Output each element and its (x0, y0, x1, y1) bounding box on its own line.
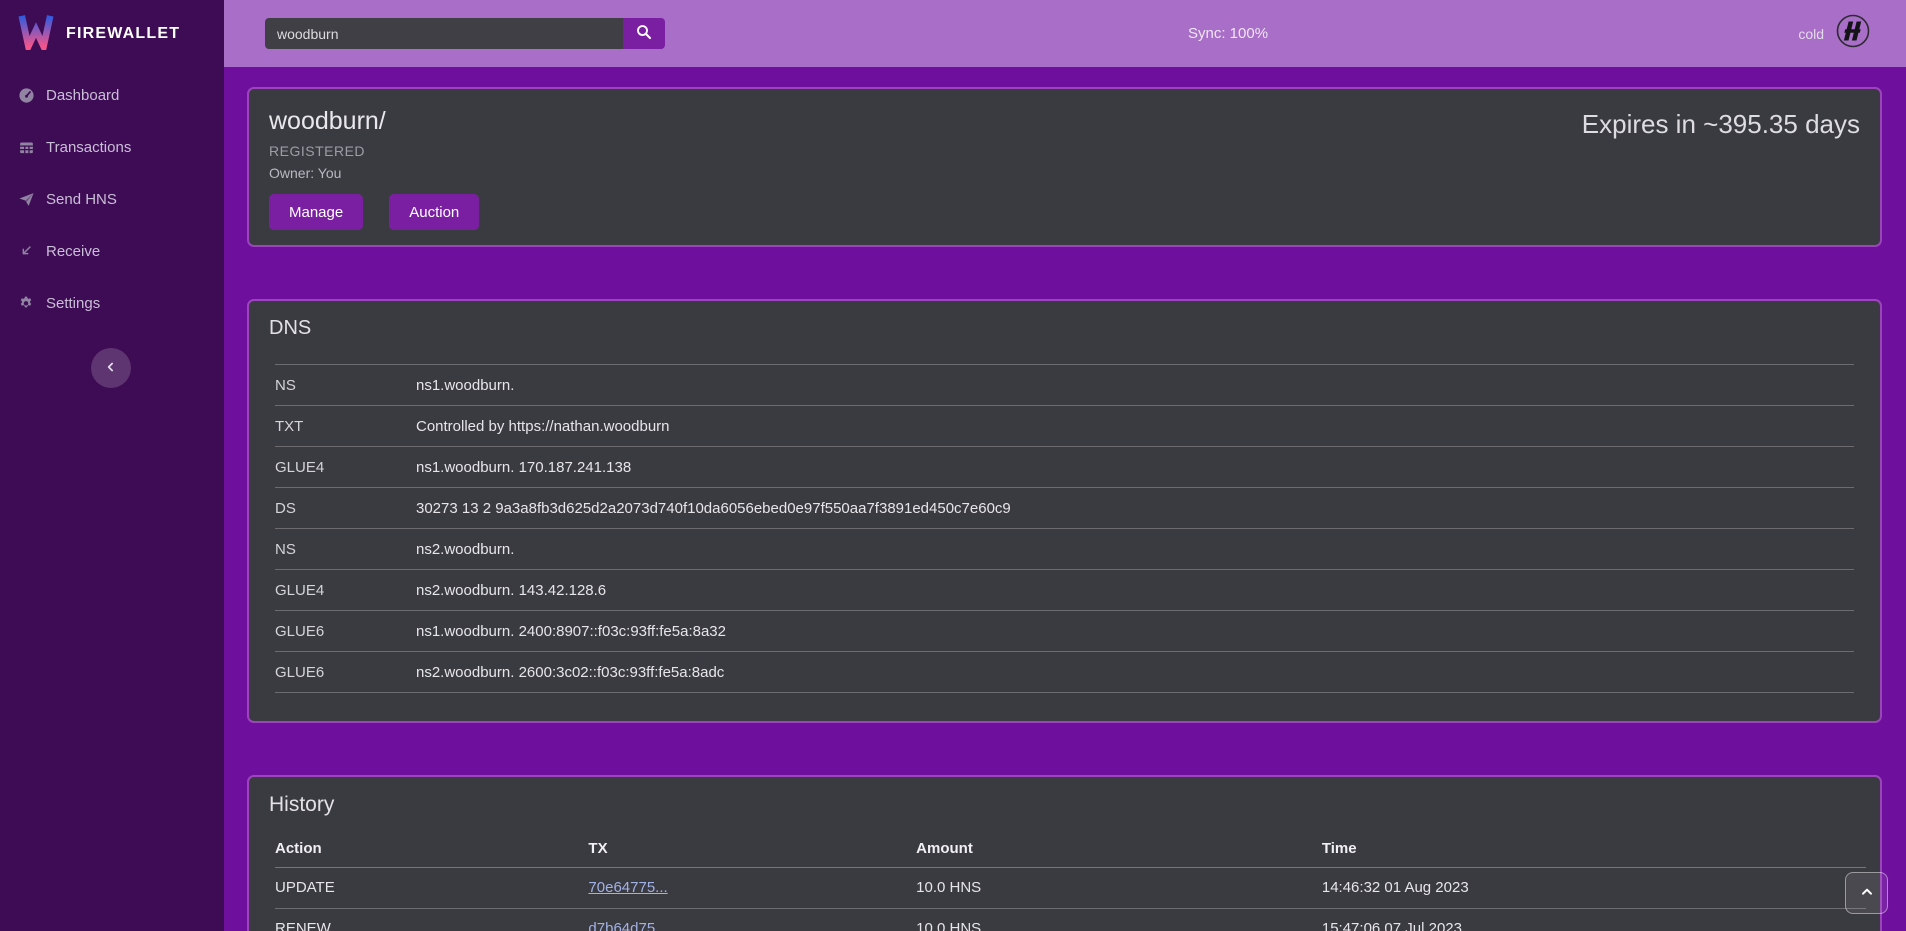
history-body: UPDATE 70e64775... 10.0 HNS 14:46:32 01 … (275, 867, 1866, 931)
history-time: 14:46:32 01 Aug 2023 (1322, 867, 1866, 908)
history-title: History (269, 793, 1860, 817)
domain-name: woodburn/ (269, 107, 479, 136)
dns-record-row: NS ns1.woodburn. (275, 365, 1854, 406)
arrow-down-left-icon (17, 242, 35, 260)
chevron-left-icon (104, 360, 118, 377)
search-icon (635, 23, 653, 44)
dns-record-type: GLUE4 (275, 459, 416, 476)
scroll-to-top-button[interactable] (1845, 872, 1888, 914)
dns-record-type: GLUE6 (275, 623, 416, 640)
brand-name: FIREWALLET (66, 25, 180, 43)
history-action: UPDATE (275, 867, 588, 908)
sidebar-item-transactions[interactable]: Transactions (0, 136, 224, 158)
firewallet-logo-icon (17, 12, 55, 55)
dns-record-type: NS (275, 541, 416, 558)
sidebar-item-dashboard[interactable]: Dashboard (0, 84, 224, 106)
dns-record-value: ns2.woodburn. (416, 541, 514, 558)
dns-record-type: GLUE6 (275, 664, 416, 681)
sidebar-collapse-button[interactable] (91, 348, 131, 388)
sidebar: FIREWALLET Dashboard (0, 0, 224, 931)
history-amount: 10.0 HNS (916, 867, 1322, 908)
dns-record-value: ns1.woodburn. 2400:8907::f03c:93ff:fe5a:… (416, 623, 726, 640)
domain-owner: Owner: You (269, 165, 479, 181)
history-row: RENEW d7b64d75... 10.0 HNS 15:47:06 07 J… (275, 908, 1866, 931)
domain-info: woodburn/ REGISTERED Owner: You Manage A… (269, 105, 479, 229)
dns-record-value: ns2.woodburn. 2600:3c02::f03c:93ff:fe5a:… (416, 664, 724, 681)
dns-record-type: DS (275, 500, 416, 517)
dns-record-row: TXT Controlled by https://nathan.woodbur… (275, 406, 1854, 447)
dns-record-type: NS (275, 377, 416, 394)
topbar: Sync: 100% cold (224, 0, 1906, 67)
manage-button[interactable]: Manage (269, 194, 363, 230)
paper-plane-icon (17, 190, 35, 208)
dns-record-type: GLUE4 (275, 582, 416, 599)
sidebar-nav: Dashboard Transactions Send (0, 67, 224, 314)
history-time: 15:47:06 07 Jul 2023 (1322, 908, 1866, 931)
auction-button[interactable]: Auction (389, 194, 479, 230)
sidebar-item-label: Receive (46, 243, 100, 260)
tx-link[interactable]: 70e64775... (588, 879, 667, 896)
sync-status: Sync: 100% (1188, 0, 1268, 67)
domain-card: woodburn/ REGISTERED Owner: You Manage A… (247, 87, 1882, 247)
history-header-row: Action TX Amount Time (275, 831, 1866, 867)
tx-link[interactable]: d7b64d75... (588, 920, 667, 931)
wallet-mode-label: cold (1798, 26, 1824, 42)
history-header-action: Action (275, 831, 588, 867)
dns-record-row: GLUE4 ns2.woodburn. 143.42.128.6 (275, 570, 1854, 611)
search-input[interactable] (265, 18, 623, 49)
sidebar-item-settings[interactable]: Settings (0, 292, 224, 314)
dns-record-row: NS ns2.woodburn. (275, 529, 1854, 570)
dns-record-value: Controlled by https://nathan.woodburn (416, 418, 670, 435)
table-icon (17, 138, 35, 156)
sidebar-item-label: Settings (46, 295, 100, 312)
history-table: Action TX Amount Time UPDATE 70e64775...… (275, 831, 1866, 931)
dns-record-row: DS 30273 13 2 9a3a8fb3d625d2a2073d740f10… (275, 488, 1854, 529)
sidebar-item-label: Send HNS (46, 191, 117, 208)
sidebar-item-label: Dashboard (46, 87, 119, 104)
sidebar-item-receive[interactable]: Receive (0, 240, 224, 262)
dns-title: DNS (269, 317, 1860, 340)
chevron-up-icon (1859, 884, 1875, 903)
history-row: UPDATE 70e64775... 10.0 HNS 14:46:32 01 … (275, 867, 1866, 908)
domain-actions: Manage Auction (269, 194, 479, 230)
dns-record-row: GLUE4 ns1.woodburn. 170.187.241.138 (275, 447, 1854, 488)
history-card: History Action TX Amount Time UPDATE 70e… (247, 775, 1882, 931)
dns-card: DNS NS ns1.woodburn. TXT Controlled by h… (247, 299, 1882, 723)
search-group (265, 18, 665, 49)
domain-status: REGISTERED (269, 143, 479, 159)
sidebar-item-label: Transactions (46, 139, 131, 156)
history-header-amount: Amount (916, 831, 1322, 867)
history-action: RENEW (275, 908, 588, 931)
dns-record-value: 30273 13 2 9a3a8fb3d625d2a2073d740f10da6… (416, 500, 1011, 517)
dns-record-value: ns1.woodburn. 170.187.241.138 (416, 459, 631, 476)
dns-record-value: ns2.woodburn. 143.42.128.6 (416, 582, 606, 599)
dns-record-value: ns1.woodburn. (416, 377, 514, 394)
wallet-mode-group: cold (1798, 0, 1870, 67)
gear-icon (17, 294, 35, 312)
history-amount: 10.0 HNS (916, 908, 1322, 931)
logo-row: FIREWALLET (0, 0, 224, 67)
sidebar-item-send-hns[interactable]: Send HNS (0, 188, 224, 210)
dns-record-row: GLUE6 ns2.woodburn. 2600:3c02::f03c:93ff… (275, 652, 1854, 693)
gauge-icon (17, 86, 35, 104)
history-header-time: Time (1322, 831, 1866, 867)
history-header-tx: TX (588, 831, 916, 867)
dns-table: NS ns1.woodburn. TXT Controlled by https… (275, 364, 1854, 693)
dns-record-row: GLUE6 ns1.woodburn. 2400:8907::f03c:93ff… (275, 611, 1854, 652)
search-button[interactable] (623, 18, 665, 49)
main-content: woodburn/ REGISTERED Owner: You Manage A… (224, 67, 1906, 931)
dns-record-type: TXT (275, 418, 416, 435)
handshake-logo-icon[interactable] (1836, 14, 1870, 53)
expires-label: Expires in ~395.35 days (1582, 109, 1860, 229)
